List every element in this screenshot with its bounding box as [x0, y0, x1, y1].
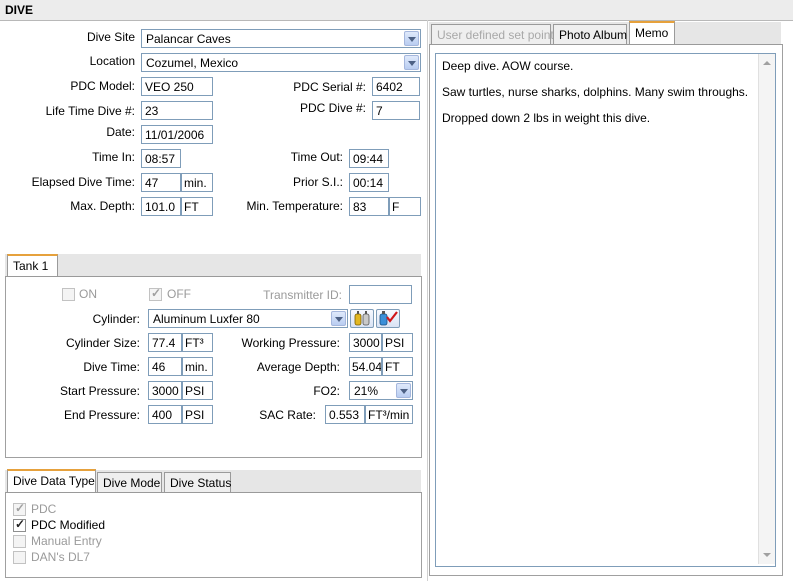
- pdc-option-label: PDC: [31, 502, 57, 516]
- location-value: Cozumel, Mexico: [146, 56, 239, 70]
- chevron-down-icon[interactable]: [396, 383, 411, 398]
- cylinder-size-field[interactable]: 77.4: [148, 333, 182, 352]
- prior-si-label: Prior S.I.:: [292, 175, 343, 189]
- cylinder-value: Aluminum Luxfer 80: [153, 312, 260, 326]
- tab-photo-album[interactable]: Photo Album: [553, 24, 627, 44]
- transmitter-id-field[interactable]: [349, 285, 412, 304]
- fo2-label: FO2:: [313, 384, 340, 398]
- dive-time-field[interactable]: 46: [148, 357, 182, 376]
- time-out-label: Time Out:: [290, 150, 343, 164]
- min-temperature-field[interactable]: 83: [349, 197, 389, 216]
- memo-line: Saw turtles, nurse sharks, dolphins. Man…: [442, 85, 749, 99]
- dive-time-unit: min.: [182, 357, 213, 376]
- sac-rate-unit: FT³/min: [365, 405, 413, 424]
- tank-select-button[interactable]: [376, 309, 400, 328]
- section-header: DIVE: [0, 0, 793, 21]
- max-depth-unit: FT: [181, 197, 213, 216]
- life-time-dive-label: Life Time Dive #:: [45, 104, 135, 118]
- max-depth-label: Max. Depth:: [70, 199, 135, 213]
- working-pressure-unit: PSI: [382, 333, 413, 352]
- time-out-field[interactable]: 09:44: [349, 149, 389, 168]
- elapsed-unit: min.: [181, 173, 213, 192]
- tank-tabstrip: [5, 254, 421, 276]
- tab-dive-mode[interactable]: Dive Mode: [97, 472, 162, 492]
- pdc-checkbox[interactable]: [13, 501, 26, 516]
- tab-user-defined-set-points[interactable]: User defined set points: [431, 24, 560, 44]
- dive-site-label: Dive Site: [86, 30, 135, 44]
- sac-rate-field[interactable]: 0.553: [325, 405, 365, 424]
- chevron-down-icon[interactable]: [404, 55, 419, 70]
- section-title: DIVE: [5, 3, 34, 17]
- average-depth-unit: FT: [382, 357, 413, 376]
- pdc-modified-checkbox[interactable]: [13, 517, 26, 532]
- off-label: OFF: [167, 287, 191, 301]
- date-field[interactable]: 11/01/2006: [141, 125, 213, 144]
- cylinder-select[interactable]: Aluminum Luxfer 80: [148, 309, 348, 328]
- off-checkbox[interactable]: [149, 286, 162, 301]
- manual-entry-checkbox[interactable]: [13, 535, 26, 548]
- scroll-up-icon[interactable]: [763, 61, 771, 65]
- min-temperature-label: Min. Temperature:: [246, 199, 344, 213]
- column-divider: [427, 20, 428, 581]
- memo-line: Dropped down 2 lbs in weight this dive.: [442, 111, 651, 125]
- min-temperature-unit: F: [389, 197, 421, 216]
- time-in-field[interactable]: 08:57: [141, 149, 181, 168]
- tab-tank-1[interactable]: Tank 1: [7, 254, 58, 277]
- tab-dive-data-type[interactable]: Dive Data Type: [7, 469, 96, 492]
- time-in-label: Time In:: [92, 150, 135, 164]
- dive-site-select[interactable]: Palancar Caves: [141, 29, 421, 48]
- pdc-modified-option-label: PDC Modified: [31, 518, 106, 532]
- elapsed-dive-time-field[interactable]: 47: [141, 173, 181, 192]
- pdc-serial-field[interactable]: 6402: [372, 77, 420, 96]
- location-label: Location: [89, 54, 135, 68]
- tab-memo[interactable]: Memo: [629, 21, 675, 44]
- on-label: ON: [79, 287, 97, 301]
- on-checkbox[interactable]: [62, 288, 75, 301]
- start-pressure-label: Start Pressure:: [59, 384, 140, 398]
- sac-rate-label: SAC Rate:: [259, 408, 316, 422]
- prior-si-field[interactable]: 00:14: [349, 173, 389, 192]
- end-pressure-field[interactable]: 400: [148, 405, 182, 424]
- tanks-icon: [354, 311, 370, 326]
- cylinder-size-label: Cylinder Size:: [65, 336, 140, 350]
- memo-line: Deep dive. AOW course.: [442, 59, 574, 73]
- start-pressure-field[interactable]: 3000: [148, 381, 182, 400]
- working-pressure-label: Working Pressure:: [241, 336, 340, 350]
- cylinder-label: Cylinder:: [92, 312, 140, 326]
- scroll-down-icon[interactable]: [763, 553, 771, 557]
- dive-site-value: Palancar Caves: [146, 32, 231, 46]
- start-pressure-unit: PSI: [182, 381, 213, 400]
- pdc-serial-label: PDC Serial #:: [293, 80, 366, 94]
- cylinder-size-unit: FT³: [182, 333, 213, 352]
- dive-time-label: Dive Time:: [83, 360, 140, 374]
- pdc-model-label: PDC Model:: [70, 79, 135, 93]
- tank-compare-button[interactable]: [350, 309, 374, 328]
- tank-check-icon: [379, 311, 398, 326]
- pdc-model-field[interactable]: VEO 250: [141, 77, 213, 96]
- dans-dl7-checkbox[interactable]: [13, 551, 26, 564]
- transmitter-id-label: Transmitter ID:: [263, 288, 342, 302]
- end-pressure-label: End Pressure:: [63, 408, 140, 422]
- dans-dl7-option-label: DAN's DL7: [31, 550, 90, 564]
- max-depth-field[interactable]: 101.0: [141, 197, 181, 216]
- average-depth-label: Average Depth:: [256, 360, 340, 374]
- life-time-dive-field[interactable]: 23: [141, 101, 213, 120]
- fo2-value: 21%: [354, 384, 379, 398]
- pdc-dive-label: PDC Dive #:: [299, 101, 366, 115]
- working-pressure-field[interactable]: 3000: [349, 333, 382, 352]
- memo-scrollbar[interactable]: [758, 54, 775, 564]
- location-select[interactable]: Cozumel, Mexico: [141, 53, 421, 72]
- chevron-down-icon[interactable]: [404, 31, 419, 46]
- manual-entry-option-label: Manual Entry: [31, 534, 102, 548]
- average-depth-field[interactable]: 54.04: [349, 357, 382, 376]
- date-label: Date:: [106, 125, 135, 139]
- tab-dive-status[interactable]: Dive Status: [164, 472, 231, 492]
- pdc-dive-field[interactable]: 7: [372, 101, 420, 120]
- chevron-down-icon[interactable]: [331, 311, 346, 326]
- memo-textarea[interactable]: Deep dive. AOW course. Saw turtles, nurs…: [435, 53, 776, 567]
- fo2-select[interactable]: 21%: [349, 381, 413, 400]
- elapsed-dive-time-label: Elapsed Dive Time:: [31, 175, 135, 189]
